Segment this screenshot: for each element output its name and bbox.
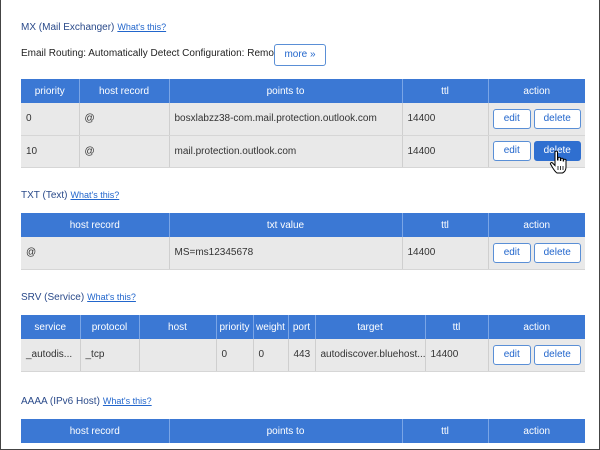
mx-priority-cell: 10 — [21, 135, 80, 168]
aaaa-title: AAAA (IPv6 Host) — [21, 396, 100, 407]
edit-button[interactable]: edit — [492, 344, 531, 365]
srv-port-cell: 443 — [288, 339, 316, 372]
col-header-service[interactable]: service — [21, 315, 81, 339]
txt-value-cell: MS=ms12345678 — [169, 237, 403, 270]
table-row: @ MS=ms12345678 14400 edit delete — [21, 237, 585, 270]
aaaa-table: host record points to ttl action — [21, 419, 585, 443]
mx-ttl-cell: 14400 — [402, 135, 489, 168]
srv-weight-cell: 0 — [253, 339, 289, 372]
col-header-points-to[interactable]: points to — [169, 79, 403, 103]
col-header-protocol[interactable]: protocol — [80, 315, 140, 339]
txt-whats-this-link[interactable]: What's this? — [70, 190, 119, 200]
aaaa-header-row: host record points to ttl action — [21, 419, 585, 443]
txt-action-cell: edit delete — [488, 237, 585, 270]
col-header-action: action — [488, 79, 585, 103]
srv-action-cell: edit delete — [488, 339, 585, 372]
hand-pointer-icon — [549, 150, 567, 174]
mx-host-cell: @ — [79, 103, 170, 136]
col-header-host-record[interactable]: host record — [79, 79, 170, 103]
srv-host-cell — [139, 339, 217, 372]
srv-table: service protocol host priority weight po… — [21, 315, 585, 372]
srv-section-title: SRV (Service) What's this? — [21, 292, 136, 303]
mx-whats-this-link[interactable]: What's this? — [117, 22, 166, 32]
mx-points-to-cell: bosxlabzz38-com.mail.protection.outlook.… — [169, 103, 403, 136]
srv-service-cell: _autodis... — [21, 339, 81, 372]
col-header-action: action — [488, 315, 585, 339]
table-row: 0 @ bosxlabzz38-com.mail.protection.outl… — [21, 103, 585, 136]
col-header-txt-value[interactable]: txt value — [169, 213, 403, 237]
delete-button[interactable]: delete — [533, 344, 581, 365]
srv-ttl-cell: 14400 — [425, 339, 489, 372]
srv-protocol-cell: _tcp — [80, 339, 140, 372]
col-header-weight[interactable]: weight — [253, 315, 289, 339]
mx-priority-cell: 0 — [21, 103, 80, 136]
col-header-action: action — [488, 419, 585, 443]
col-header-ttl[interactable]: ttl — [425, 315, 489, 339]
mx-ttl-cell: 14400 — [402, 103, 489, 136]
delete-button[interactable]: delete — [533, 242, 581, 263]
aaaa-whats-this-link[interactable]: What's this? — [103, 396, 152, 406]
txt-ttl-cell: 14400 — [402, 237, 489, 270]
col-header-priority[interactable]: priority — [21, 79, 80, 103]
mx-points-to-cell: mail.protection.outlook.com — [169, 135, 403, 168]
table-row: _autodis... _tcp 0 0 443 autodiscover.bl… — [21, 339, 585, 372]
edit-button[interactable]: edit — [492, 242, 531, 263]
more-button[interactable]: more » — [274, 44, 326, 66]
txt-table: host record txt value ttl action @ MS=ms… — [21, 213, 585, 270]
mx-section-title: MX (Mail Exchanger) What's this? — [21, 22, 166, 33]
txt-header-row: host record txt value ttl action — [21, 213, 585, 237]
srv-title: SRV (Service) — [21, 292, 85, 303]
txt-section-title: TXT (Text) What's this? — [21, 190, 119, 201]
col-header-points-to[interactable]: points to — [169, 419, 403, 443]
aaaa-section-title: AAAA (IPv6 Host) What's this? — [21, 396, 152, 407]
mx-header-row: priority host record points to ttl actio… — [21, 79, 585, 103]
col-header-port[interactable]: port — [288, 315, 316, 339]
mx-table: priority host record points to ttl actio… — [21, 79, 585, 168]
mx-action-cell: edit delete — [488, 135, 585, 168]
col-header-ttl[interactable]: ttl — [402, 79, 489, 103]
delete-button[interactable]: delete — [533, 108, 581, 129]
col-header-host-record[interactable]: host record — [21, 213, 170, 237]
mx-action-cell: edit delete — [488, 103, 585, 136]
mx-host-cell: @ — [79, 135, 170, 168]
edit-button[interactable]: edit — [492, 108, 531, 129]
col-header-target[interactable]: target — [315, 315, 426, 339]
txt-title: TXT (Text) — [21, 190, 68, 201]
srv-target-cell: autodiscover.bluehost.... — [315, 339, 426, 372]
email-routing-label: Email Routing: Automatically Detect Conf… — [21, 48, 283, 59]
mx-title: MX (Mail Exchanger) — [21, 22, 115, 33]
srv-whats-this-link[interactable]: What's this? — [87, 292, 136, 302]
col-header-priority[interactable]: priority — [216, 315, 254, 339]
col-header-action: action — [488, 213, 585, 237]
table-row: 10 @ mail.protection.outlook.com 14400 e… — [21, 135, 585, 168]
col-header-ttl[interactable]: ttl — [402, 213, 489, 237]
txt-host-cell: @ — [21, 237, 170, 270]
srv-header-row: service protocol host priority weight po… — [21, 315, 585, 339]
col-header-host-record[interactable]: host record — [21, 419, 170, 443]
edit-button[interactable]: edit — [492, 141, 531, 161]
srv-priority-cell: 0 — [216, 339, 254, 372]
col-header-host[interactable]: host — [139, 315, 217, 339]
col-header-ttl[interactable]: ttl — [402, 419, 489, 443]
